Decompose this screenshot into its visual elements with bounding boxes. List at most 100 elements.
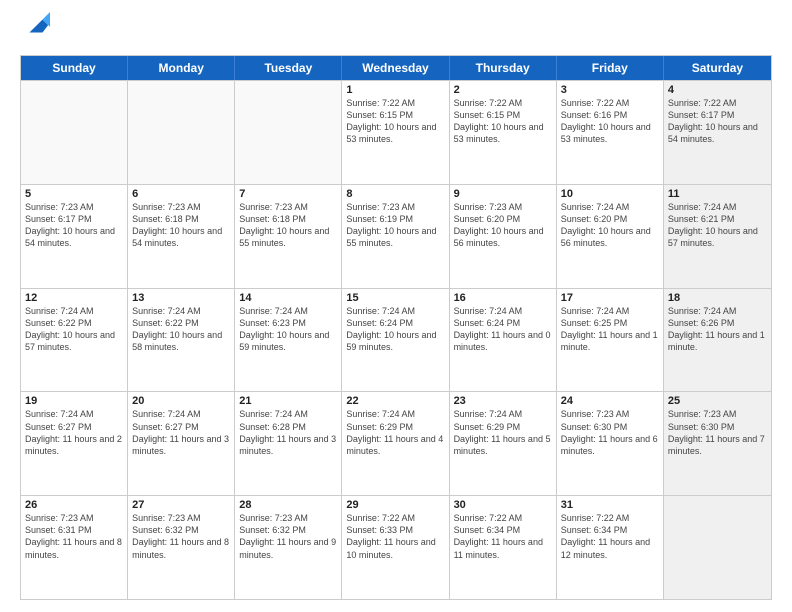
calendar-cell: 13Sunrise: 7:24 AMSunset: 6:22 PMDayligh… [128, 289, 235, 392]
day-number: 25 [668, 395, 767, 407]
calendar-cell: 12Sunrise: 7:24 AMSunset: 6:22 PMDayligh… [21, 289, 128, 392]
calendar: SundayMondayTuesdayWednesdayThursdayFrid… [20, 55, 772, 600]
day-info: Sunrise: 7:24 AMSunset: 6:24 PMDaylight:… [346, 305, 444, 354]
calendar-cell [664, 496, 771, 599]
day-number: 11 [668, 188, 767, 200]
day-number: 15 [346, 292, 444, 304]
day-number: 10 [561, 188, 659, 200]
day-info: Sunrise: 7:23 AMSunset: 6:30 PMDaylight:… [668, 408, 767, 457]
day-info: Sunrise: 7:22 AMSunset: 6:17 PMDaylight:… [668, 97, 767, 146]
calendar-cell: 8Sunrise: 7:23 AMSunset: 6:19 PMDaylight… [342, 185, 449, 288]
day-number: 3 [561, 84, 659, 96]
day-number: 22 [346, 395, 444, 407]
day-number: 29 [346, 499, 444, 511]
day-number: 1 [346, 84, 444, 96]
day-info: Sunrise: 7:22 AMSunset: 6:34 PMDaylight:… [561, 512, 659, 561]
day-number: 16 [454, 292, 552, 304]
day-number: 14 [239, 292, 337, 304]
day-info: Sunrise: 7:24 AMSunset: 6:29 PMDaylight:… [346, 408, 444, 457]
calendar-cell: 6Sunrise: 7:23 AMSunset: 6:18 PMDaylight… [128, 185, 235, 288]
day-number: 17 [561, 292, 659, 304]
day-info: Sunrise: 7:23 AMSunset: 6:32 PMDaylight:… [132, 512, 230, 561]
calendar-cell: 18Sunrise: 7:24 AMSunset: 6:26 PMDayligh… [664, 289, 771, 392]
day-info: Sunrise: 7:24 AMSunset: 6:25 PMDaylight:… [561, 305, 659, 354]
day-info: Sunrise: 7:22 AMSunset: 6:33 PMDaylight:… [346, 512, 444, 561]
calendar-cell: 22Sunrise: 7:24 AMSunset: 6:29 PMDayligh… [342, 392, 449, 495]
calendar-cell [21, 81, 128, 184]
day-number: 24 [561, 395, 659, 407]
day-info: Sunrise: 7:24 AMSunset: 6:22 PMDaylight:… [132, 305, 230, 354]
day-number: 27 [132, 499, 230, 511]
weekday-header-friday: Friday [557, 56, 664, 80]
calendar-header: SundayMondayTuesdayWednesdayThursdayFrid… [21, 56, 771, 80]
day-number: 19 [25, 395, 123, 407]
calendar-cell: 16Sunrise: 7:24 AMSunset: 6:24 PMDayligh… [450, 289, 557, 392]
day-info: Sunrise: 7:23 AMSunset: 6:17 PMDaylight:… [25, 201, 123, 250]
logo [20, 16, 50, 45]
day-number: 31 [561, 499, 659, 511]
calendar-body: 1Sunrise: 7:22 AMSunset: 6:15 PMDaylight… [21, 80, 771, 599]
day-number: 12 [25, 292, 123, 304]
calendar-cell: 10Sunrise: 7:24 AMSunset: 6:20 PMDayligh… [557, 185, 664, 288]
day-info: Sunrise: 7:24 AMSunset: 6:27 PMDaylight:… [25, 408, 123, 457]
day-number: 28 [239, 499, 337, 511]
day-info: Sunrise: 7:22 AMSunset: 6:34 PMDaylight:… [454, 512, 552, 561]
day-info: Sunrise: 7:23 AMSunset: 6:19 PMDaylight:… [346, 201, 444, 250]
day-info: Sunrise: 7:23 AMSunset: 6:32 PMDaylight:… [239, 512, 337, 561]
calendar-row-4: 26Sunrise: 7:23 AMSunset: 6:31 PMDayligh… [21, 495, 771, 599]
day-info: Sunrise: 7:24 AMSunset: 6:21 PMDaylight:… [668, 201, 767, 250]
day-number: 21 [239, 395, 337, 407]
day-number: 30 [454, 499, 552, 511]
logo-icon [22, 12, 50, 40]
day-info: Sunrise: 7:24 AMSunset: 6:22 PMDaylight:… [25, 305, 123, 354]
weekday-header-sunday: Sunday [21, 56, 128, 80]
header [20, 16, 772, 45]
calendar-row-1: 5Sunrise: 7:23 AMSunset: 6:17 PMDaylight… [21, 184, 771, 288]
calendar-row-2: 12Sunrise: 7:24 AMSunset: 6:22 PMDayligh… [21, 288, 771, 392]
day-number: 18 [668, 292, 767, 304]
calendar-cell: 31Sunrise: 7:22 AMSunset: 6:34 PMDayligh… [557, 496, 664, 599]
weekday-header-monday: Monday [128, 56, 235, 80]
calendar-cell: 20Sunrise: 7:24 AMSunset: 6:27 PMDayligh… [128, 392, 235, 495]
calendar-cell: 2Sunrise: 7:22 AMSunset: 6:15 PMDaylight… [450, 81, 557, 184]
day-info: Sunrise: 7:24 AMSunset: 6:20 PMDaylight:… [561, 201, 659, 250]
day-number: 5 [25, 188, 123, 200]
day-info: Sunrise: 7:24 AMSunset: 6:26 PMDaylight:… [668, 305, 767, 354]
calendar-cell: 29Sunrise: 7:22 AMSunset: 6:33 PMDayligh… [342, 496, 449, 599]
day-info: Sunrise: 7:23 AMSunset: 6:20 PMDaylight:… [454, 201, 552, 250]
calendar-cell: 4Sunrise: 7:22 AMSunset: 6:17 PMDaylight… [664, 81, 771, 184]
day-number: 4 [668, 84, 767, 96]
day-number: 23 [454, 395, 552, 407]
calendar-cell [128, 81, 235, 184]
calendar-cell: 7Sunrise: 7:23 AMSunset: 6:18 PMDaylight… [235, 185, 342, 288]
day-info: Sunrise: 7:22 AMSunset: 6:16 PMDaylight:… [561, 97, 659, 146]
day-number: 26 [25, 499, 123, 511]
calendar-cell: 9Sunrise: 7:23 AMSunset: 6:20 PMDaylight… [450, 185, 557, 288]
calendar-cell: 24Sunrise: 7:23 AMSunset: 6:30 PMDayligh… [557, 392, 664, 495]
day-number: 6 [132, 188, 230, 200]
day-info: Sunrise: 7:24 AMSunset: 6:29 PMDaylight:… [454, 408, 552, 457]
day-info: Sunrise: 7:23 AMSunset: 6:18 PMDaylight:… [239, 201, 337, 250]
calendar-cell: 27Sunrise: 7:23 AMSunset: 6:32 PMDayligh… [128, 496, 235, 599]
calendar-cell: 1Sunrise: 7:22 AMSunset: 6:15 PMDaylight… [342, 81, 449, 184]
calendar-cell: 19Sunrise: 7:24 AMSunset: 6:27 PMDayligh… [21, 392, 128, 495]
day-info: Sunrise: 7:24 AMSunset: 6:27 PMDaylight:… [132, 408, 230, 457]
weekday-header-thursday: Thursday [450, 56, 557, 80]
calendar-cell: 28Sunrise: 7:23 AMSunset: 6:32 PMDayligh… [235, 496, 342, 599]
day-number: 20 [132, 395, 230, 407]
day-number: 7 [239, 188, 337, 200]
calendar-cell: 21Sunrise: 7:24 AMSunset: 6:28 PMDayligh… [235, 392, 342, 495]
weekday-header-saturday: Saturday [664, 56, 771, 80]
calendar-cell: 3Sunrise: 7:22 AMSunset: 6:16 PMDaylight… [557, 81, 664, 184]
day-info: Sunrise: 7:23 AMSunset: 6:18 PMDaylight:… [132, 201, 230, 250]
calendar-cell: 14Sunrise: 7:24 AMSunset: 6:23 PMDayligh… [235, 289, 342, 392]
day-info: Sunrise: 7:23 AMSunset: 6:31 PMDaylight:… [25, 512, 123, 561]
day-info: Sunrise: 7:24 AMSunset: 6:28 PMDaylight:… [239, 408, 337, 457]
day-number: 8 [346, 188, 444, 200]
day-info: Sunrise: 7:24 AMSunset: 6:24 PMDaylight:… [454, 305, 552, 354]
calendar-row-3: 19Sunrise: 7:24 AMSunset: 6:27 PMDayligh… [21, 391, 771, 495]
day-number: 2 [454, 84, 552, 96]
calendar-cell: 23Sunrise: 7:24 AMSunset: 6:29 PMDayligh… [450, 392, 557, 495]
calendar-cell: 15Sunrise: 7:24 AMSunset: 6:24 PMDayligh… [342, 289, 449, 392]
calendar-cell: 30Sunrise: 7:22 AMSunset: 6:34 PMDayligh… [450, 496, 557, 599]
